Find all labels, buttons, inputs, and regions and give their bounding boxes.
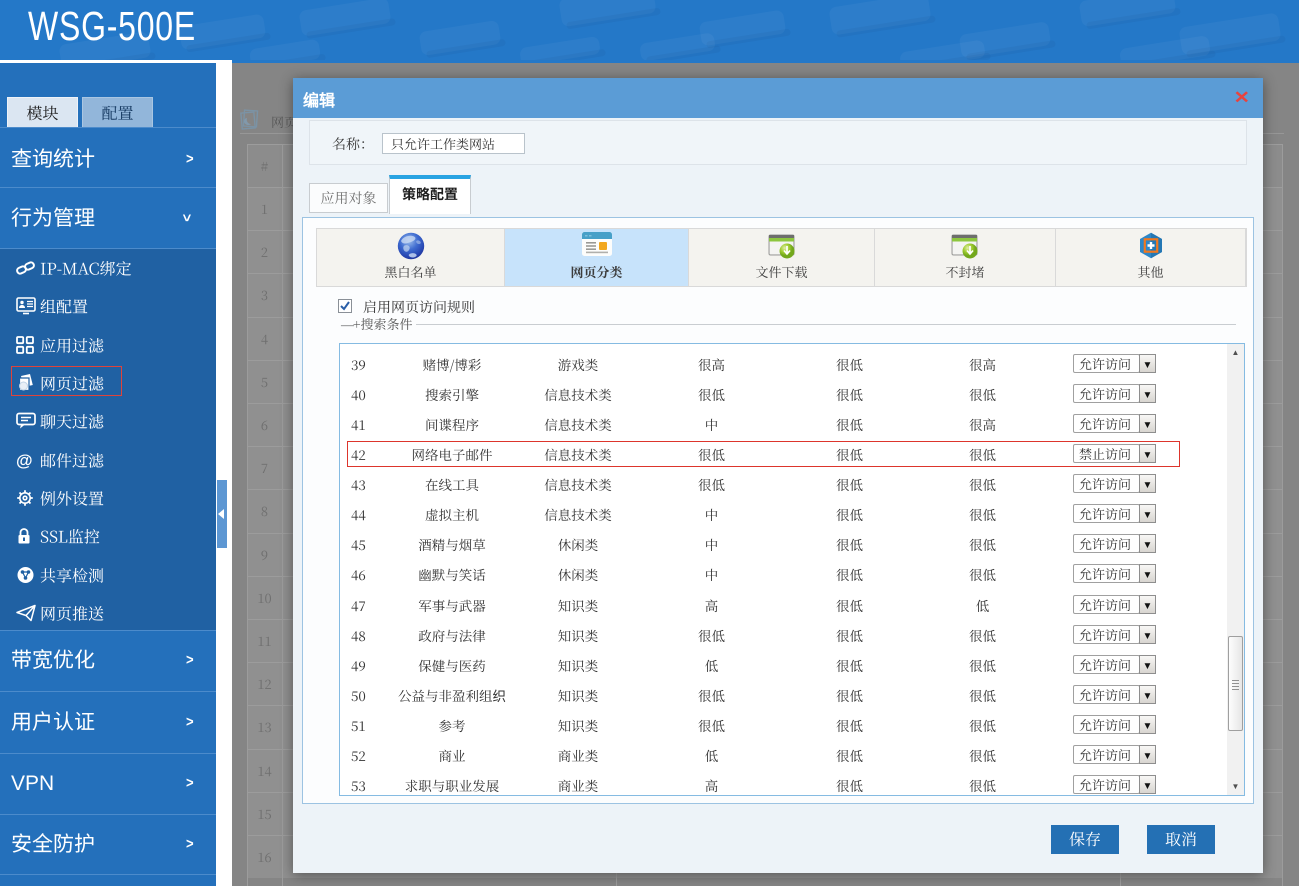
- svg-text:@: @: [16, 451, 33, 469]
